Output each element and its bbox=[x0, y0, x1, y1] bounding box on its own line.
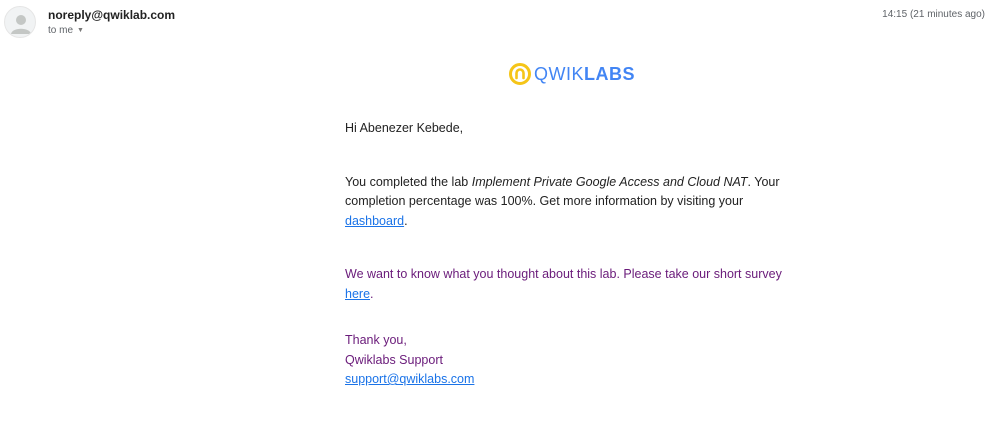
email-header: noreply@qwiklab.com to me ▼ 14:15 (21 mi… bbox=[0, 0, 995, 50]
sender-email[interactable]: noreply@qwiklab.com bbox=[48, 8, 175, 22]
sign-thanks: Thank you, bbox=[345, 333, 407, 347]
survey-link[interactable]: here bbox=[345, 287, 370, 301]
logo-text-bold: LABS bbox=[584, 63, 635, 84]
p1-text-start: You completed the lab bbox=[345, 174, 472, 189]
email-timestamp: 14:15 (21 minutes ago) bbox=[882, 9, 985, 20]
qwiklabs-logo: QWIKLABS bbox=[509, 63, 635, 85]
p2-text: We want to know what you thought about t… bbox=[345, 267, 782, 281]
p1-text-end: . bbox=[404, 213, 408, 228]
sender-avatar[interactable] bbox=[4, 6, 36, 38]
support-email-link[interactable]: support@qwiklabs.com bbox=[345, 372, 474, 386]
logo-wordmark: QWIKLABS bbox=[534, 64, 635, 85]
signature: Thank you, Qwiklabs Support support@qwik… bbox=[345, 331, 795, 390]
completion-paragraph: You completed the lab Implement Private … bbox=[345, 173, 795, 232]
p2-text-end: . bbox=[370, 286, 374, 301]
sign-team: Qwiklabs Support bbox=[345, 352, 443, 367]
logo-text-light: QWIK bbox=[534, 63, 584, 84]
lab-name: Implement Private Google Access and Clou… bbox=[471, 174, 748, 189]
recipient-label: to me bbox=[48, 25, 74, 36]
qwiklabs-logo-icon bbox=[509, 63, 531, 85]
greeting: Hi Abenezer Kebede, bbox=[345, 121, 464, 135]
email-body: Hi Abenezer Kebede, You completed the la… bbox=[345, 119, 795, 390]
person-icon bbox=[11, 15, 31, 34]
dashboard-link[interactable]: dashboard bbox=[345, 214, 404, 228]
survey-paragraph: We want to know what you thought about t… bbox=[345, 265, 795, 304]
recipient-details-toggle[interactable]: to me ▼ bbox=[48, 25, 84, 36]
chevron-down-icon[interactable]: ▼ bbox=[77, 27, 84, 34]
